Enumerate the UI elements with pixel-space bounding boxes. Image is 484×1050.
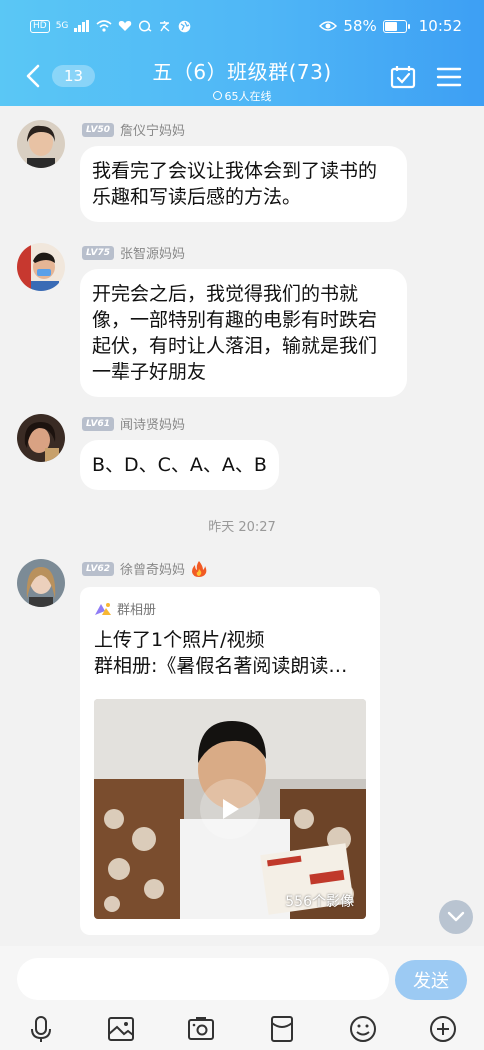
red-packet-icon[interactable]: [267, 1014, 297, 1044]
chat-bubble-icon: [139, 20, 152, 32]
album-upload-text: 上传了1个照片/视频: [94, 629, 265, 651]
message-input[interactable]: [17, 958, 389, 1000]
message-bubble[interactable]: 开完会之后，我觉得我们的书就像，一部特别有趣的电影有时跌宕起伏，有时让人落泪，输…: [80, 269, 407, 397]
calendar-check-icon[interactable]: [390, 64, 416, 90]
album-source: 群相册: [94, 599, 156, 618]
play-icon: [223, 799, 239, 819]
album-icon: [95, 602, 111, 615]
translate-icon: [160, 21, 170, 32]
message-text: 开完会之后，我觉得我们的书就像，一部特别有趣的电影有时跌宕起伏，有时让人落泪，输…: [92, 283, 378, 383]
media-count: 556个影像: [285, 894, 354, 910]
image-icon[interactable]: [106, 1014, 136, 1044]
battery-icon: [382, 19, 410, 33]
avatar[interactable]: [17, 120, 65, 168]
message-text: B、D、C、A、A、B: [92, 454, 267, 476]
sender-name: 张智源妈妈: [120, 247, 186, 262]
level-badge: LV75: [82, 245, 114, 260]
header: HD 5G 58% 10:52 13 五（6）班级群(73) 65人在线: [0, 0, 484, 106]
nav-bar: 13 五（6）班级群(73) 65人在线: [0, 52, 484, 106]
avatar[interactable]: [17, 559, 65, 607]
sender-name: 闻诗贤妈妈: [120, 418, 186, 433]
message-bubble[interactable]: B、D、C、A、A、B: [80, 440, 279, 490]
video-thumbnail[interactable]: 556个影像: [94, 699, 366, 919]
message-text: 我看完了会议让我体会到了读书的乐趣和写读后感的方法。: [92, 160, 378, 208]
plus-icon[interactable]: [428, 1014, 458, 1044]
online-icon: [212, 91, 222, 100]
online-status: 65人在线: [212, 88, 272, 104]
scroll-down-button[interactable]: [439, 900, 473, 934]
album-source-label: 群相册: [117, 603, 157, 618]
level-badge: LV62: [82, 561, 114, 576]
chat-area[interactable]: LV50 詹仪宁妈妈 我看完了会议让我体会到了读书的乐趣和写读后感的方法。 LV…: [0, 106, 484, 946]
menu-icon[interactable]: [436, 64, 462, 90]
camera-icon[interactable]: [186, 1014, 216, 1044]
level-badge: LV50: [82, 122, 114, 137]
album-card[interactable]: 群相册 上传了1个照片/视频 群相册:《暑假名著阅读朗读… 556个影像: [80, 587, 380, 935]
play-button[interactable]: [200, 779, 260, 839]
send-button[interactable]: 发送: [395, 960, 467, 1000]
online-count: 65人在线: [224, 89, 272, 103]
signal-icon: [74, 20, 90, 32]
emoji-icon[interactable]: [348, 1014, 378, 1044]
battery-percent: 58%: [343, 17, 377, 35]
signal-label: 5G: [55, 21, 69, 31]
chevron-down-icon: [447, 911, 465, 922]
avatar[interactable]: [17, 414, 65, 462]
fire-icon: [192, 560, 207, 577]
level-badge: LV61: [82, 416, 114, 431]
input-toolbar: [0, 1010, 484, 1050]
eye-icon: [319, 21, 338, 31]
album-title-text: 群相册:《暑假名著阅读朗读…: [94, 655, 348, 677]
input-bar: 发送: [0, 946, 484, 1050]
microphone-icon[interactable]: [26, 1014, 56, 1044]
clock: 10:52: [418, 17, 462, 35]
timestamp: 昨天 20:27: [208, 520, 276, 535]
avatar[interactable]: [17, 243, 65, 291]
hd-badge: HD: [30, 19, 50, 33]
wifi-icon: [96, 20, 112, 32]
message-bubble[interactable]: 我看完了会议让我体会到了读书的乐趣和写读后感的方法。: [80, 146, 407, 222]
sender-name: 徐曾奇妈妈: [120, 563, 186, 578]
status-bar: HD 5G 58% 10:52: [0, 0, 484, 52]
browser-icon: [179, 20, 191, 32]
sender-name: 詹仪宁妈妈: [120, 124, 186, 139]
heart-icon: [119, 21, 132, 31]
